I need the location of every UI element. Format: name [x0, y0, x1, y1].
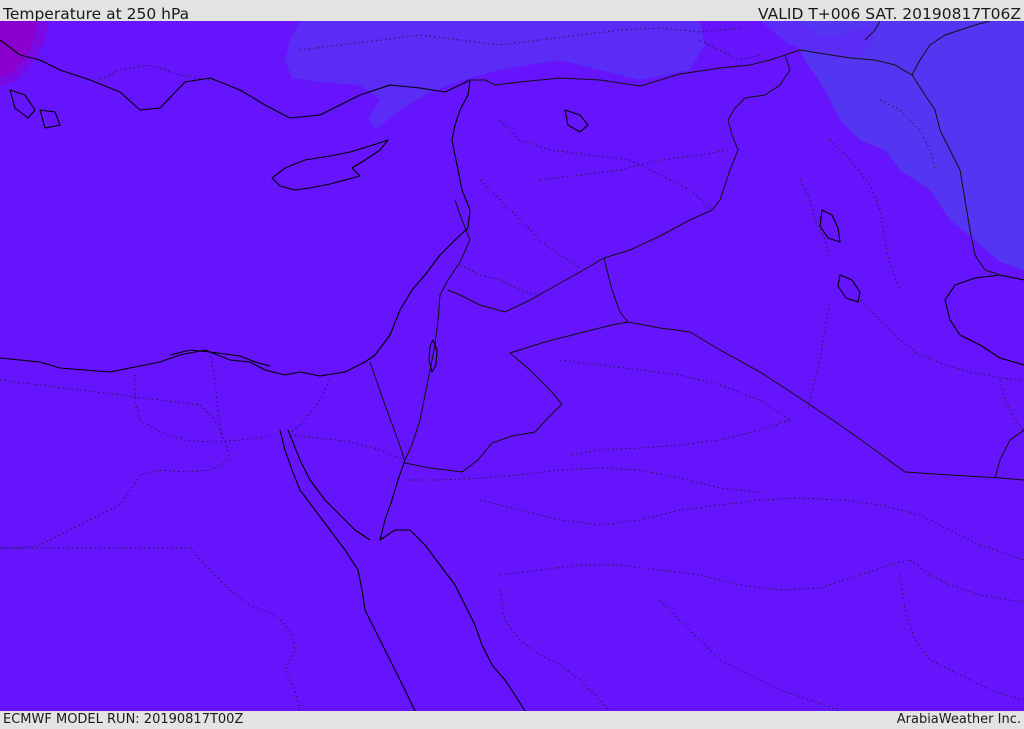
credit-label: ArabiaWeather Inc. [896, 712, 1021, 727]
header-bar: Temperature at 250 hPa VALID T+006 SAT. … [0, 0, 1024, 23]
map-svg [0, 21, 1024, 711]
weather-map-page: Temperature at 250 hPa VALID T+006 SAT. … [0, 0, 1024, 729]
model-run-label: ECMWF MODEL RUN: 20190817T00Z [3, 712, 244, 727]
temperature-map [0, 21, 1024, 711]
footer-bar: ECMWF MODEL RUN: 20190817T00Z ArabiaWeat… [0, 711, 1024, 729]
